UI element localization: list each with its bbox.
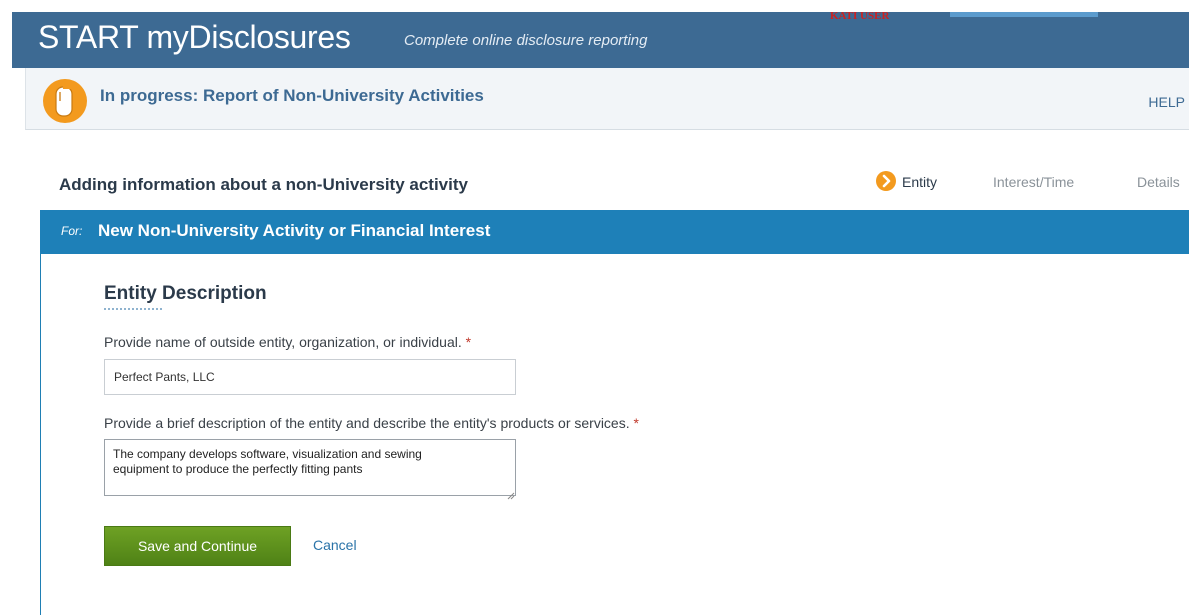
entity-name-label: Provide name of outside entity, organiza… <box>104 334 471 350</box>
required-marker: * <box>633 415 639 431</box>
panel-header: For: New Non-University Activity or Fina… <box>40 210 1189 254</box>
user-menu-tab[interactable] <box>950 12 1098 17</box>
progress-bar: In progress: Report of Non-University Ac… <box>25 68 1189 130</box>
section-title-text: Entity Description <box>104 283 267 304</box>
resize-grip-icon[interactable] <box>507 487 515 500</box>
entity-description-textarea[interactable]: The company develops software, visualiza… <box>104 439 516 496</box>
save-and-continue-button[interactable]: Save and Continue <box>104 526 291 566</box>
required-marker: * <box>465 334 472 350</box>
entity-description-label-text: Provide a brief description of the entit… <box>104 415 630 431</box>
entity-description-label: Provide a brief description of the entit… <box>104 415 639 431</box>
page: START myDisclosures Complete online disc… <box>0 0 1189 615</box>
step-details[interactable]: Details <box>1137 170 1180 194</box>
help-link[interactable]: HELP <box>1148 94 1185 110</box>
entity-name-label-text: Provide name of outside entity, organiza… <box>104 334 462 350</box>
step-entity[interactable]: Entity <box>902 170 937 194</box>
page-heading: Adding information about a non-Universit… <box>59 175 468 194</box>
document-icon <box>43 79 87 123</box>
progress-title: In progress: Report of Non-University Ac… <box>100 86 484 105</box>
form-panel: For: New Non-University Activity or Fina… <box>40 210 1189 615</box>
current-step-arrow-icon <box>876 171 896 191</box>
app-title[interactable]: START myDisclosures <box>38 19 351 56</box>
section-title-underline <box>104 308 162 310</box>
panel-for-label: For: <box>61 224 83 238</box>
app-header: START myDisclosures Complete online disc… <box>12 11 1189 68</box>
panel-title: New Non-University Activity or Financial… <box>98 221 491 240</box>
step-interest-time[interactable]: Interest/Time <box>993 170 1074 194</box>
app-tagline: Complete online disclosure reporting <box>404 32 648 49</box>
entity-name-input[interactable] <box>104 359 516 395</box>
section-title: Entity Description <box>104 283 267 310</box>
cancel-link[interactable]: Cancel <box>313 537 357 553</box>
user-name[interactable]: KATI USER <box>830 11 889 20</box>
